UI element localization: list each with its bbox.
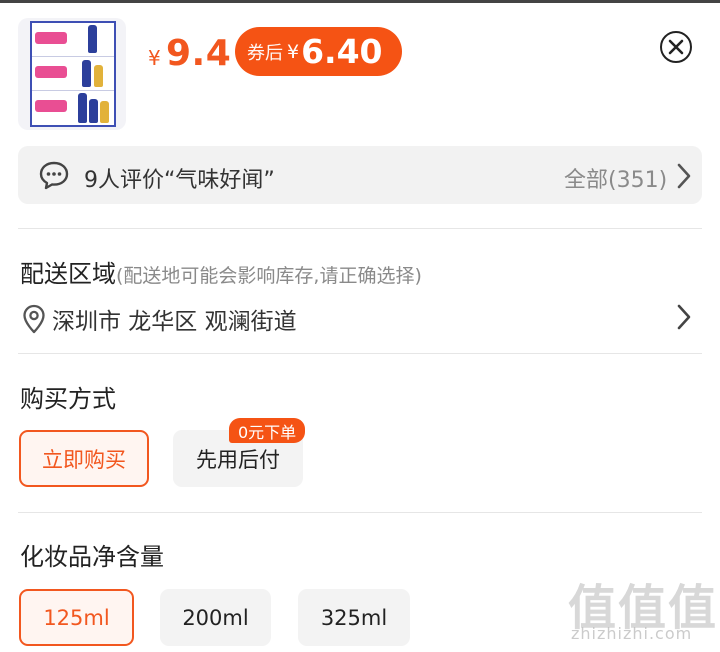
delivery-area-hint: (配送地可能会影响库存,请正确选择): [116, 265, 422, 287]
chevron-right-icon[interactable]: [676, 304, 692, 330]
watermark-site: zhizhizhi.com: [571, 624, 693, 643]
chevron-right-icon: [677, 163, 691, 189]
option-buy-now[interactable]: 立即购买: [19, 430, 149, 487]
review-summary-text: 9人评价“气味好闻”: [84, 168, 275, 193]
close-icon: [668, 39, 684, 55]
divider: [18, 353, 702, 354]
top-edge: [0, 0, 720, 3]
review-summary-bar[interactable]: 9人评价“气味好闻” 全部(351): [18, 146, 702, 204]
location-pin-icon: [23, 304, 45, 334]
volume-title: 化妆品净含量: [20, 543, 164, 571]
option-125ml[interactable]: 125ml: [19, 589, 134, 646]
divider: [18, 228, 702, 229]
review-all-link[interactable]: 全部(351): [564, 162, 667, 194]
product-image: [30, 21, 116, 127]
coupon-price-value: 6.40: [301, 32, 383, 71]
delivery-area-label: 配送区域: [20, 260, 116, 288]
close-button[interactable]: [660, 31, 692, 63]
coupon-price-pill: 券后 ¥ 6.40: [235, 27, 402, 76]
price-currency: ¥: [148, 46, 161, 70]
delivery-location[interactable]: 深圳市 龙华区 观澜街道: [52, 302, 297, 336]
purchase-method-title: 购买方式: [20, 385, 116, 413]
delivery-area-title: 配送区域(配送地可能会影响库存,请正确选择): [20, 254, 422, 289]
pay-later-badge: 0元下单: [229, 418, 306, 443]
coupon-label: 券后: [247, 42, 283, 64]
divider: [18, 512, 702, 513]
option-325ml[interactable]: 325ml: [298, 589, 410, 646]
price-value: 9.4: [166, 33, 232, 74]
option-200ml[interactable]: 200ml: [160, 589, 271, 646]
product-thumbnail: [18, 18, 126, 130]
chat-bubble-icon: [39, 161, 69, 190]
coupon-currency: ¥: [287, 40, 300, 63]
